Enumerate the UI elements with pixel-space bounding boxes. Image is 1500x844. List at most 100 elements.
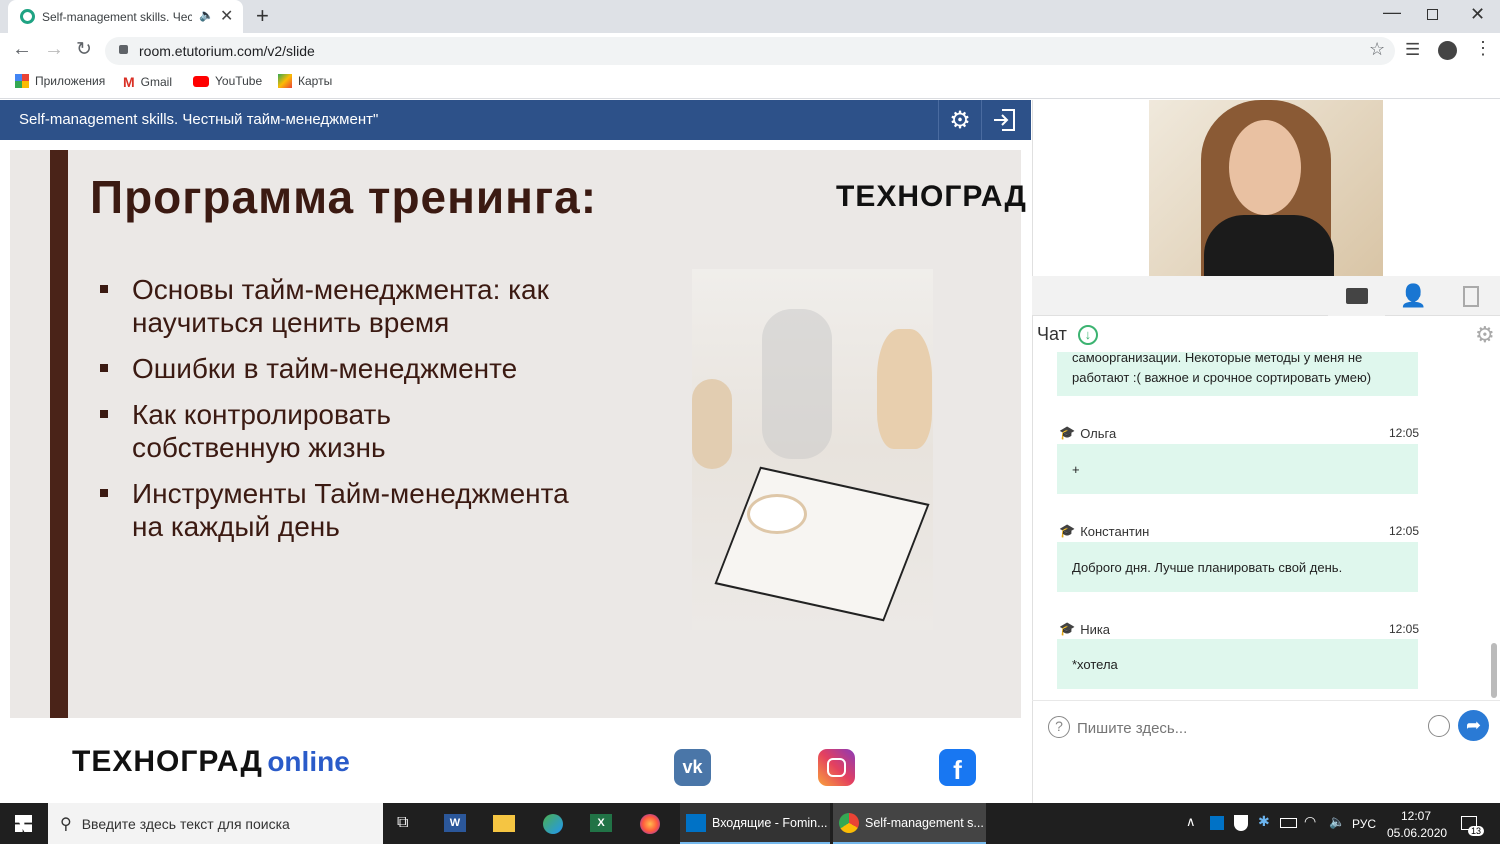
bookmark-maps[interactable]: Карты [278, 74, 332, 88]
profile-avatar-icon[interactable] [1438, 41, 1457, 60]
bullet-marker [100, 285, 108, 293]
word-icon[interactable]: W [444, 814, 466, 832]
maps-icon [278, 74, 292, 88]
bookmark-gmail[interactable]: M Gmail [123, 74, 172, 90]
message-time: 12:05 [1389, 524, 1420, 538]
chat-header: Чат ↓ [1037, 324, 1098, 346]
bullet-marker [100, 364, 108, 372]
gmail-icon: M [123, 74, 135, 90]
user-icon: 👤 [1399, 283, 1428, 308]
language-indicator[interactable]: РУС [1352, 817, 1376, 831]
task-view-icon[interactable]: ⧉ [397, 814, 408, 832]
media-control-icon[interactable]: ☰ [1405, 40, 1420, 60]
exit-button[interactable] [983, 100, 1027, 140]
wifi-icon[interactable]: ◠ [1304, 813, 1316, 830]
clock-time[interactable]: 12:07 [1401, 809, 1431, 823]
tab-title: Self-management skills. Чест [42, 10, 192, 24]
author-name: Константин [1080, 523, 1150, 539]
outlook-icon [686, 813, 706, 832]
slide-photo [692, 269, 933, 630]
chat-bubble: Доброго дня. Лучше планировать свой день… [1057, 542, 1418, 592]
close-window-icon[interactable]: ✕ [1470, 4, 1485, 25]
slide-title: Программа тренинга: [90, 171, 598, 223]
tray-app-icon[interactable] [1210, 816, 1224, 830]
globe-app-icon[interactable] [543, 814, 563, 834]
tray-chevron-icon[interactable]: ∧ [1186, 814, 1196, 830]
close-tab-icon[interactable]: ✕ [220, 6, 233, 26]
chat-scrollbar[interactable] [1491, 643, 1497, 698]
tab-chat[interactable] [1328, 276, 1385, 316]
message-author: 🎓 Константин [1059, 523, 1149, 539]
download-icon[interactable]: ↓ [1077, 325, 1098, 346]
search-placeholder: Введите здесь текст для поиска [81, 815, 290, 832]
notification-count: 13 [1468, 826, 1485, 836]
back-icon[interactable]: ← [12, 38, 32, 61]
graduation-cap-icon: 🎓 [1059, 523, 1076, 538]
slide-bullet: Как контролировать собственную жизнь [100, 398, 620, 464]
browser-tab[interactable]: Self-management skills. Чест 🔈 ✕ [8, 0, 243, 33]
excel-icon[interactable]: X [590, 814, 612, 832]
chat-message-list: самоорганизации. Некоторые методы у меня… [1032, 352, 1492, 700]
tab-files[interactable] [1442, 276, 1499, 316]
slide-logo-text: ТЕХНОГРАД [836, 180, 1027, 213]
message-author: 🎓 Ника [1059, 621, 1110, 637]
chat-icon [1345, 288, 1368, 304]
message-text: + [1072, 461, 1080, 477]
bluetooth-icon[interactable]: ✱ [1258, 813, 1270, 830]
emoji-icon[interactable] [1428, 715, 1450, 737]
settings-button[interactable]: ⚙ [938, 100, 982, 140]
help-icon[interactable]: ? [1048, 716, 1070, 738]
footer-logo: ТЕХНОГРАД online [72, 745, 350, 779]
document-icon [1462, 285, 1479, 307]
facebook-icon[interactable]: f [939, 749, 976, 786]
slide-accent-bar [50, 150, 68, 718]
clock-date[interactable]: 05.06.2020 [1387, 826, 1447, 840]
webcam-video [1149, 100, 1383, 276]
chat-input[interactable] [1077, 715, 1417, 741]
vk-icon[interactable]: vk [674, 749, 711, 786]
bullet-marker [100, 489, 108, 497]
taskbar-app-chrome[interactable]: Self-management s... [833, 803, 986, 844]
bookmark-star-icon[interactable]: ☆ [1369, 39, 1385, 60]
firefox-icon[interactable] [640, 814, 660, 834]
audio-icon[interactable]: 🔈 [199, 8, 214, 22]
page-title: Self-management skills. Честный тайм-мен… [19, 111, 379, 128]
footer-logo-suffix: online [267, 746, 350, 777]
vase-shape [762, 309, 832, 459]
reload-icon[interactable]: ↻ [76, 38, 92, 61]
vase-shape [877, 329, 932, 449]
youtube-icon [193, 75, 209, 87]
presenter-face [1229, 120, 1301, 215]
slide-bullet: Инструменты Тайм-менеджмента на каждый д… [100, 477, 620, 543]
address-bar[interactable]: room.etutorium.com/v2/slide ☆ [105, 37, 1395, 65]
message-time: 12:05 [1389, 426, 1420, 440]
message-text: Доброго дня. Лучше планировать свой день… [1072, 559, 1343, 575]
taskbar-search[interactable]: ⚲ Введите здесь текст для поиска [48, 803, 383, 844]
restore-icon[interactable] [1427, 9, 1438, 20]
chat-input-row: ? ➦ [1032, 700, 1500, 755]
bookmark-apps[interactable]: Приложения [15, 74, 105, 88]
chat-settings-icon[interactable]: ⚙ [1475, 322, 1495, 348]
taskbar-app-label: Self-management s... [865, 815, 984, 830]
message-text: самоорганизации. Некоторые методы у меня… [1072, 352, 1363, 365]
send-button[interactable]: ➦ [1458, 710, 1489, 741]
bookmark-youtube[interactable]: YouTube [193, 74, 262, 88]
shield-icon[interactable] [1234, 815, 1248, 831]
instagram-icon[interactable] [818, 749, 855, 786]
volume-icon[interactable]: 🔈 [1329, 814, 1345, 830]
file-explorer-icon[interactable] [493, 815, 515, 832]
bookmark-label: YouTube [215, 74, 263, 88]
taskbar-app-outlook[interactable]: Входящие - Fomin... [680, 803, 830, 844]
slide-bullet: Основы тайм-менеджмента: как научиться ц… [100, 273, 620, 339]
minimize-icon[interactable]: — [1383, 2, 1401, 23]
tab-participants[interactable]: 👤 [1385, 276, 1442, 316]
slide-logo: ТЕХНОГРАД [836, 180, 1027, 214]
slide-bullet: Ошибки в тайм-менеджменте [100, 352, 620, 385]
new-tab-icon[interactable]: + [256, 3, 269, 29]
forward-icon[interactable]: → [44, 38, 64, 61]
battery-icon[interactable] [1280, 818, 1297, 828]
planner-shape [714, 466, 930, 622]
url-text: room.etutorium.com/v2/slide [139, 43, 315, 59]
menu-kebab-icon[interactable]: ⋮ [1474, 38, 1492, 59]
chat-bubble: *хотела [1057, 639, 1418, 689]
